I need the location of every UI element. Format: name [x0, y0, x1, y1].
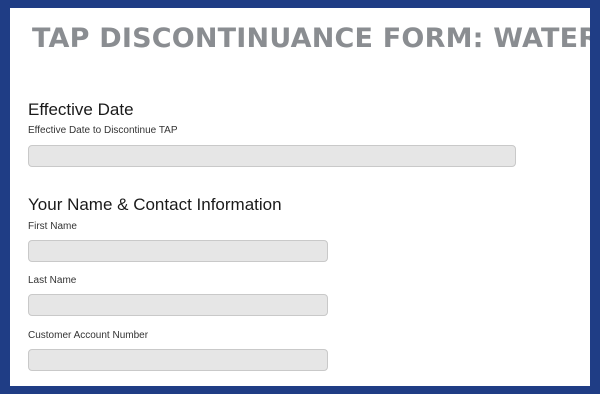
effective-date-label: Effective Date to Discontinue TAP: [28, 125, 178, 136]
contact-info-heading: Your Name & Contact Information: [28, 195, 282, 214]
form-frame: TAP DISCONTINUANCE FORM: WATER BILL Effe…: [0, 0, 600, 394]
effective-date-input[interactable]: [28, 145, 516, 167]
last-name-input[interactable]: [28, 294, 328, 316]
account-number-label: Customer Account Number: [28, 330, 149, 341]
first-name-label: First Name: [28, 221, 77, 232]
account-number-input[interactable]: [28, 349, 328, 371]
first-name-input[interactable]: [28, 240, 328, 262]
form-title: TAP DISCONTINUANCE FORM: WATER BILL: [32, 23, 600, 54]
effective-date-heading: Effective Date: [28, 100, 134, 119]
last-name-label: Last Name: [28, 275, 77, 286]
form-header: TAP DISCONTINUANCE FORM: WATER BILL: [32, 22, 600, 56]
